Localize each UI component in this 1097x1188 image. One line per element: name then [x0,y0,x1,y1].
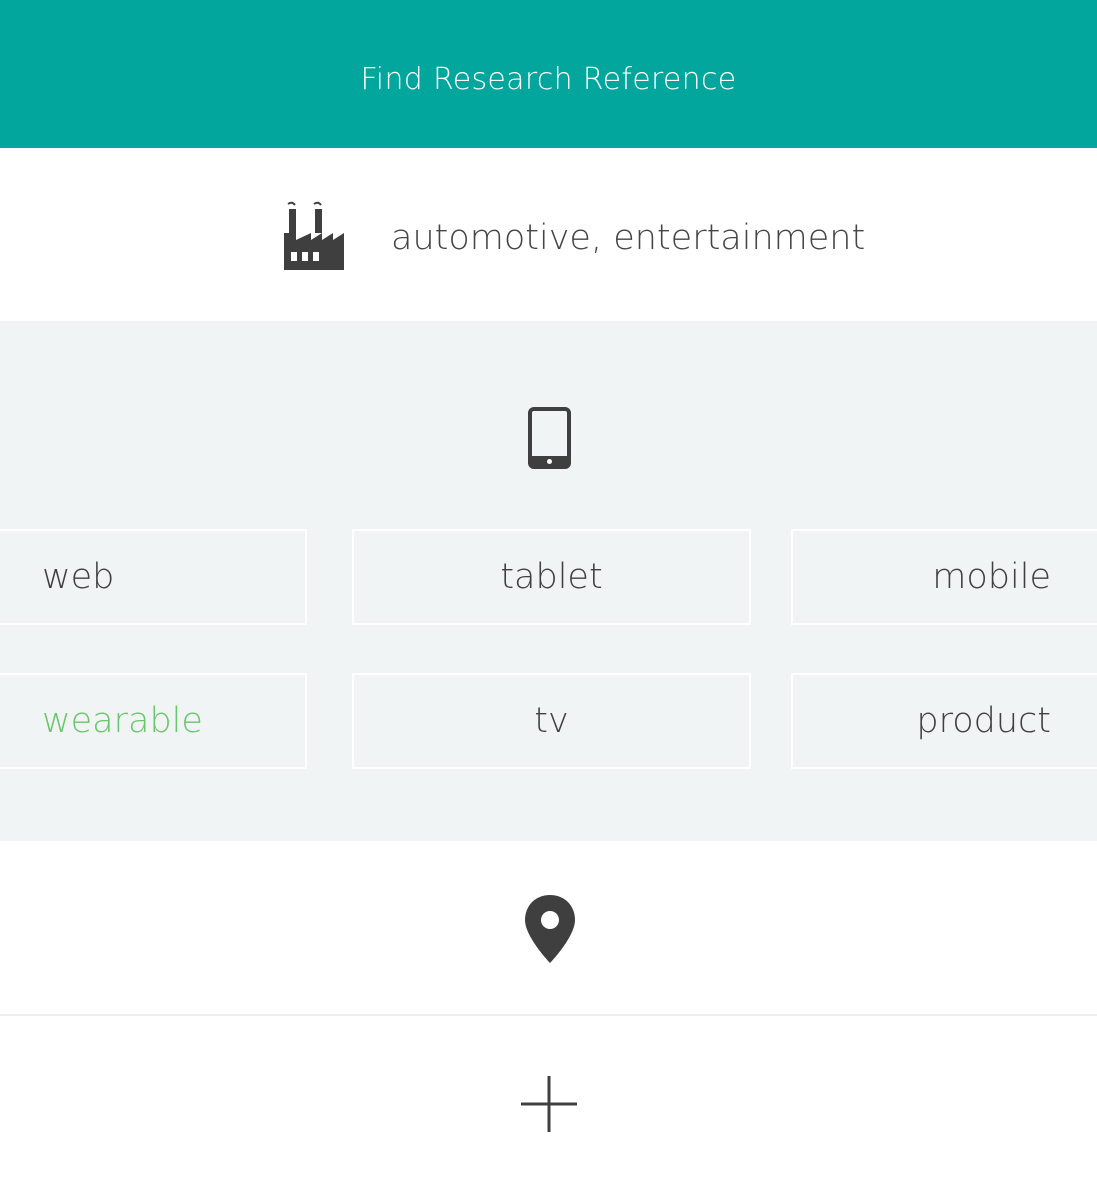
platform-option-tablet[interactable]: tablet [352,529,751,625]
factory-icon [284,201,344,270]
map-pin-icon[interactable] [522,893,578,965]
page-title: Find Research Reference [360,61,737,97]
platform-label: web [42,557,115,597]
platform-option-product[interactable]: product [791,673,1097,769]
platform-label: tablet [500,557,603,597]
platform-option-tv[interactable]: tv [352,673,751,769]
plus-icon[interactable] [520,1075,578,1133]
platform-label: wearable [42,701,203,741]
industry-row[interactable]: automotive, entertainment [0,148,1097,321]
platform-label: mobile [932,557,1051,597]
platform-option-web[interactable]: web [0,529,307,625]
platform-label: tv [534,701,569,741]
platform-label: product [916,701,1051,741]
industry-value[interactable]: automotive, entertainment [391,218,865,258]
tablet-icon [528,407,571,469]
header-bar: Find Research Reference [0,0,1097,148]
add-row[interactable] [0,1017,1097,1188]
platform-option-wearable[interactable]: wearable [0,673,307,769]
platform-option-mobile[interactable]: mobile [791,529,1097,625]
platform-section: web tablet mobile wearable tv product [0,321,1097,841]
location-row[interactable] [0,841,1097,1016]
